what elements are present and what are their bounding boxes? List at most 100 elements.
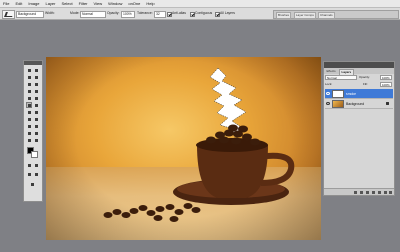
- trash-icon[interactable]: [389, 190, 392, 194]
- new-group-icon[interactable]: [378, 190, 381, 194]
- fill-source-select[interactable]: Background: [16, 11, 44, 18]
- layer-opacity-label: Opacity:: [359, 75, 371, 79]
- history-brush-icon: [35, 97, 38, 100]
- menu-file[interactable]: File: [0, 0, 12, 7]
- magic-eraser-icon: [4, 12, 14, 17]
- panel-well-tab-brushes[interactable]: Brushes: [276, 12, 292, 19]
- toolbox-title-bar[interactable]: [24, 61, 42, 65]
- blur-icon: [28, 111, 31, 114]
- panel-well-tab-channels[interactable]: Channels: [318, 12, 335, 19]
- menu-filter[interactable]: Filter: [76, 0, 91, 7]
- eraser-tool[interactable]: [26, 102, 32, 108]
- dodge-icon: [35, 111, 38, 114]
- menu-edit[interactable]: Edit: [12, 0, 25, 7]
- history-brush-tool[interactable]: [33, 95, 39, 101]
- gradient-tool[interactable]: [33, 102, 39, 108]
- blur-tool[interactable]: [26, 109, 32, 115]
- all-layers-label: All Layers: [220, 11, 235, 15]
- layers-panel-tabs: Effects Layers: [324, 68, 394, 75]
- shape-tool[interactable]: [33, 123, 39, 129]
- document-canvas[interactable]: [46, 57, 321, 240]
- pen-tool[interactable]: [26, 123, 32, 129]
- stamp-icon: [28, 97, 31, 100]
- opacity-label: Opacity:: [107, 11, 120, 15]
- menu-image[interactable]: Image: [25, 0, 42, 7]
- menu-window[interactable]: Window: [105, 0, 125, 7]
- panel-well: Brushes Layer Comps Channels: [273, 10, 399, 19]
- quick-mask-button[interactable]: [33, 162, 39, 168]
- layer-row-background[interactable]: Background: [325, 99, 393, 109]
- adjustment-layer-icon[interactable]: [372, 190, 375, 194]
- menu-onone[interactable]: onOne: [125, 0, 143, 7]
- lock-icon: [386, 102, 389, 105]
- layer-name: smoke: [346, 91, 356, 96]
- menu-select[interactable]: Select: [59, 0, 76, 7]
- new-layer-icon[interactable]: [384, 190, 387, 194]
- lock-label: Lock:: [325, 82, 333, 86]
- tolerance-label: Tolerance:: [137, 11, 153, 15]
- path-selection-tool[interactable]: [26, 116, 32, 122]
- dodge-tool[interactable]: [33, 109, 39, 115]
- magic-wand-icon: [35, 76, 38, 79]
- crop-tool[interactable]: [26, 81, 32, 87]
- slice-tool[interactable]: [33, 81, 39, 87]
- jump-to-imageready[interactable]: [29, 181, 35, 187]
- layer-style-icon[interactable]: [360, 190, 363, 194]
- tab-layers[interactable]: Layers: [339, 68, 354, 75]
- layer-row-smoke[interactable]: smoke: [325, 89, 393, 99]
- blend-mode-select[interactable]: Normal: [325, 75, 357, 80]
- eye-icon[interactable]: [326, 102, 330, 105]
- toolbox: [23, 60, 43, 202]
- mode-select[interactable]: Normal: [80, 11, 106, 18]
- crop-icon: [28, 83, 31, 86]
- tolerance-input[interactable]: 32: [154, 11, 166, 18]
- eye-icon[interactable]: [326, 92, 330, 95]
- pen-icon: [28, 125, 31, 128]
- smoke-shape: [209, 67, 247, 137]
- marquee-tool[interactable]: [33, 67, 39, 73]
- menu-view[interactable]: View: [91, 0, 106, 7]
- hand-icon: [28, 139, 31, 142]
- panel-well-tab-layer-comps[interactable]: Layer Comps: [294, 12, 316, 19]
- healing-tool[interactable]: [26, 88, 32, 94]
- zoom-icon: [35, 139, 38, 142]
- stamp-tool[interactable]: [26, 95, 32, 101]
- lasso-tool[interactable]: [26, 74, 32, 80]
- notes-tool[interactable]: [26, 130, 32, 136]
- brush-tool[interactable]: [33, 88, 39, 94]
- fill-input[interactable]: 100%: [380, 82, 392, 87]
- anti-alias-label: Anti-alias: [172, 11, 186, 15]
- standard-mode-icon: [28, 164, 31, 167]
- screen-mode-standard[interactable]: [26, 171, 32, 177]
- move-tool[interactable]: [26, 67, 32, 73]
- brush-icon: [35, 90, 38, 93]
- marquee-icon: [35, 69, 38, 72]
- type-tool[interactable]: [33, 116, 39, 122]
- zoom-tool[interactable]: [33, 137, 39, 143]
- background-color-swatch[interactable]: [31, 151, 38, 158]
- layers-panel-footer: [324, 188, 394, 195]
- bandage-icon: [28, 90, 31, 93]
- hand-tool[interactable]: [26, 137, 32, 143]
- type-icon: [35, 118, 38, 121]
- fill-label: Fill:: [363, 82, 368, 86]
- eyedropper-tool[interactable]: [33, 130, 39, 136]
- layer-mask-icon[interactable]: [366, 190, 369, 194]
- magic-wand-tool[interactable]: [33, 74, 39, 80]
- tab-effects[interactable]: Effects: [325, 69, 337, 74]
- screen-mode-full[interactable]: [33, 171, 39, 177]
- layer-opacity-input[interactable]: 100%: [380, 75, 392, 80]
- screen-mode-icon: [28, 173, 31, 176]
- arrow-icon: [28, 118, 31, 121]
- menu-layer[interactable]: Layer: [42, 0, 58, 7]
- eyedropper-icon: [35, 132, 38, 135]
- options-bar: Background Width: Mode: Normal Opacity: …: [0, 8, 400, 20]
- imageready-icon: [31, 183, 34, 186]
- standard-mode-button[interactable]: [26, 162, 32, 168]
- layers-panel-lock-row: Lock: Fill: 100%: [325, 82, 393, 88]
- tool-preset-picker[interactable]: [2, 10, 15, 19]
- opacity-input[interactable]: 100%: [121, 11, 135, 18]
- eraser-icon: [28, 104, 31, 107]
- menu-help[interactable]: Help: [143, 0, 157, 7]
- link-layers-icon[interactable]: [354, 190, 357, 194]
